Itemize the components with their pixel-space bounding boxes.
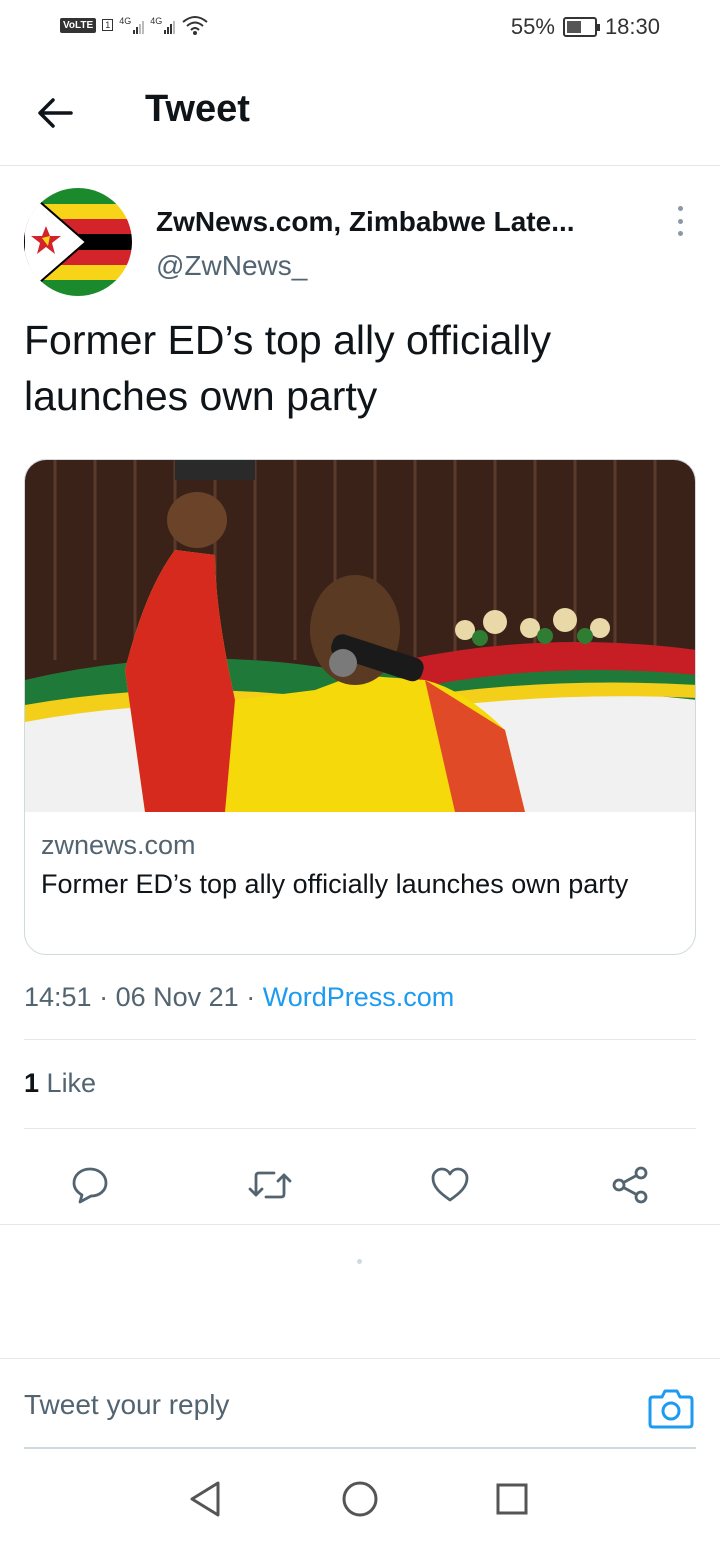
likes-count[interactable]: 1 Like <box>24 1068 96 1099</box>
like-button[interactable] <box>422 1157 478 1213</box>
battery-icon <box>562 17 600 37</box>
tweet-source-link[interactable]: WordPress.com <box>263 982 455 1012</box>
tweet-actions <box>0 1151 720 1223</box>
sim-number: 1 <box>102 19 114 31</box>
tweet-time: 14:51 <box>24 982 92 1012</box>
network-type-1: 4G <box>119 16 132 26</box>
nav-home-button[interactable] <box>338 1477 382 1521</box>
camera-icon <box>648 1389 694 1429</box>
network-indicators: VoLTE 1 4G 4G <box>60 14 209 36</box>
author-name[interactable]: ZwNews.com, Zimbabwe Late... <box>156 206 575 238</box>
retweet-button[interactable] <box>242 1157 298 1213</box>
clock: 18:30 <box>604 14 660 39</box>
back-button[interactable] <box>30 88 80 138</box>
retweet-icon <box>248 1171 292 1199</box>
zimbabwe-flag-icon <box>24 188 132 296</box>
app-header: Tweet <box>0 56 720 166</box>
triangle-back-icon <box>190 1481 220 1517</box>
meta-separator: · <box>99 982 116 1012</box>
volte-badge: VoLTE <box>60 17 97 33</box>
status-right: 55% 18:30 <box>511 14 660 40</box>
heart-icon <box>431 1167 469 1202</box>
signal-2-icon: 4G <box>150 16 176 34</box>
more-options-icon[interactable] <box>668 206 692 236</box>
square-recents-icon <box>496 1483 528 1515</box>
arrow-left-icon <box>38 98 73 128</box>
wifi-icon <box>182 16 208 35</box>
link-card[interactable]: zwnews.com Former ED’s top ally official… <box>24 459 696 955</box>
page-title: Tweet <box>145 88 250 130</box>
reply-button[interactable] <box>62 1157 118 1213</box>
avatar[interactable] <box>24 188 132 296</box>
author-handle[interactable]: @ZwNews_ <box>156 250 307 282</box>
share-button[interactable] <box>602 1157 658 1213</box>
network-type-2: 4G <box>150 16 163 26</box>
meta-separator: · <box>246 982 263 1012</box>
circle-home-icon <box>342 1481 378 1517</box>
tweet-meta: 14:51 · 06 Nov 21 · WordPress.com <box>24 982 454 1013</box>
camera-button[interactable] <box>648 1387 694 1429</box>
system-nav-bar <box>0 1455 720 1541</box>
nav-recents-button[interactable] <box>490 1477 534 1521</box>
battery-percent: 55% <box>510 14 555 39</box>
loading-indicator <box>357 1259 362 1264</box>
reply-icon <box>72 1167 108 1204</box>
divider <box>24 1039 696 1040</box>
nav-back-button[interactable] <box>183 1477 227 1521</box>
status-bar: VoLTE 1 4G 4G 55% 18:30 <box>0 0 720 56</box>
likes-label: Like <box>46 1068 97 1098</box>
divider <box>24 1128 696 1129</box>
signal-1-icon: 4G <box>119 16 145 34</box>
tweet-text: Former ED’s top ally officially launches… <box>24 317 552 419</box>
card-image <box>25 460 695 812</box>
reply-input[interactable] <box>24 1389 584 1421</box>
divider <box>0 1224 720 1225</box>
card-domain: zwnews.com <box>41 830 196 860</box>
reply-underline <box>24 1447 696 1449</box>
reply-bar <box>0 1358 720 1449</box>
share-icon <box>612 1166 648 1204</box>
tweet-date: 06 Nov 21 <box>115 982 239 1012</box>
card-title: Former ED’s top ally officially launches… <box>41 869 629 899</box>
likes-number: 1 <box>24 1068 40 1098</box>
